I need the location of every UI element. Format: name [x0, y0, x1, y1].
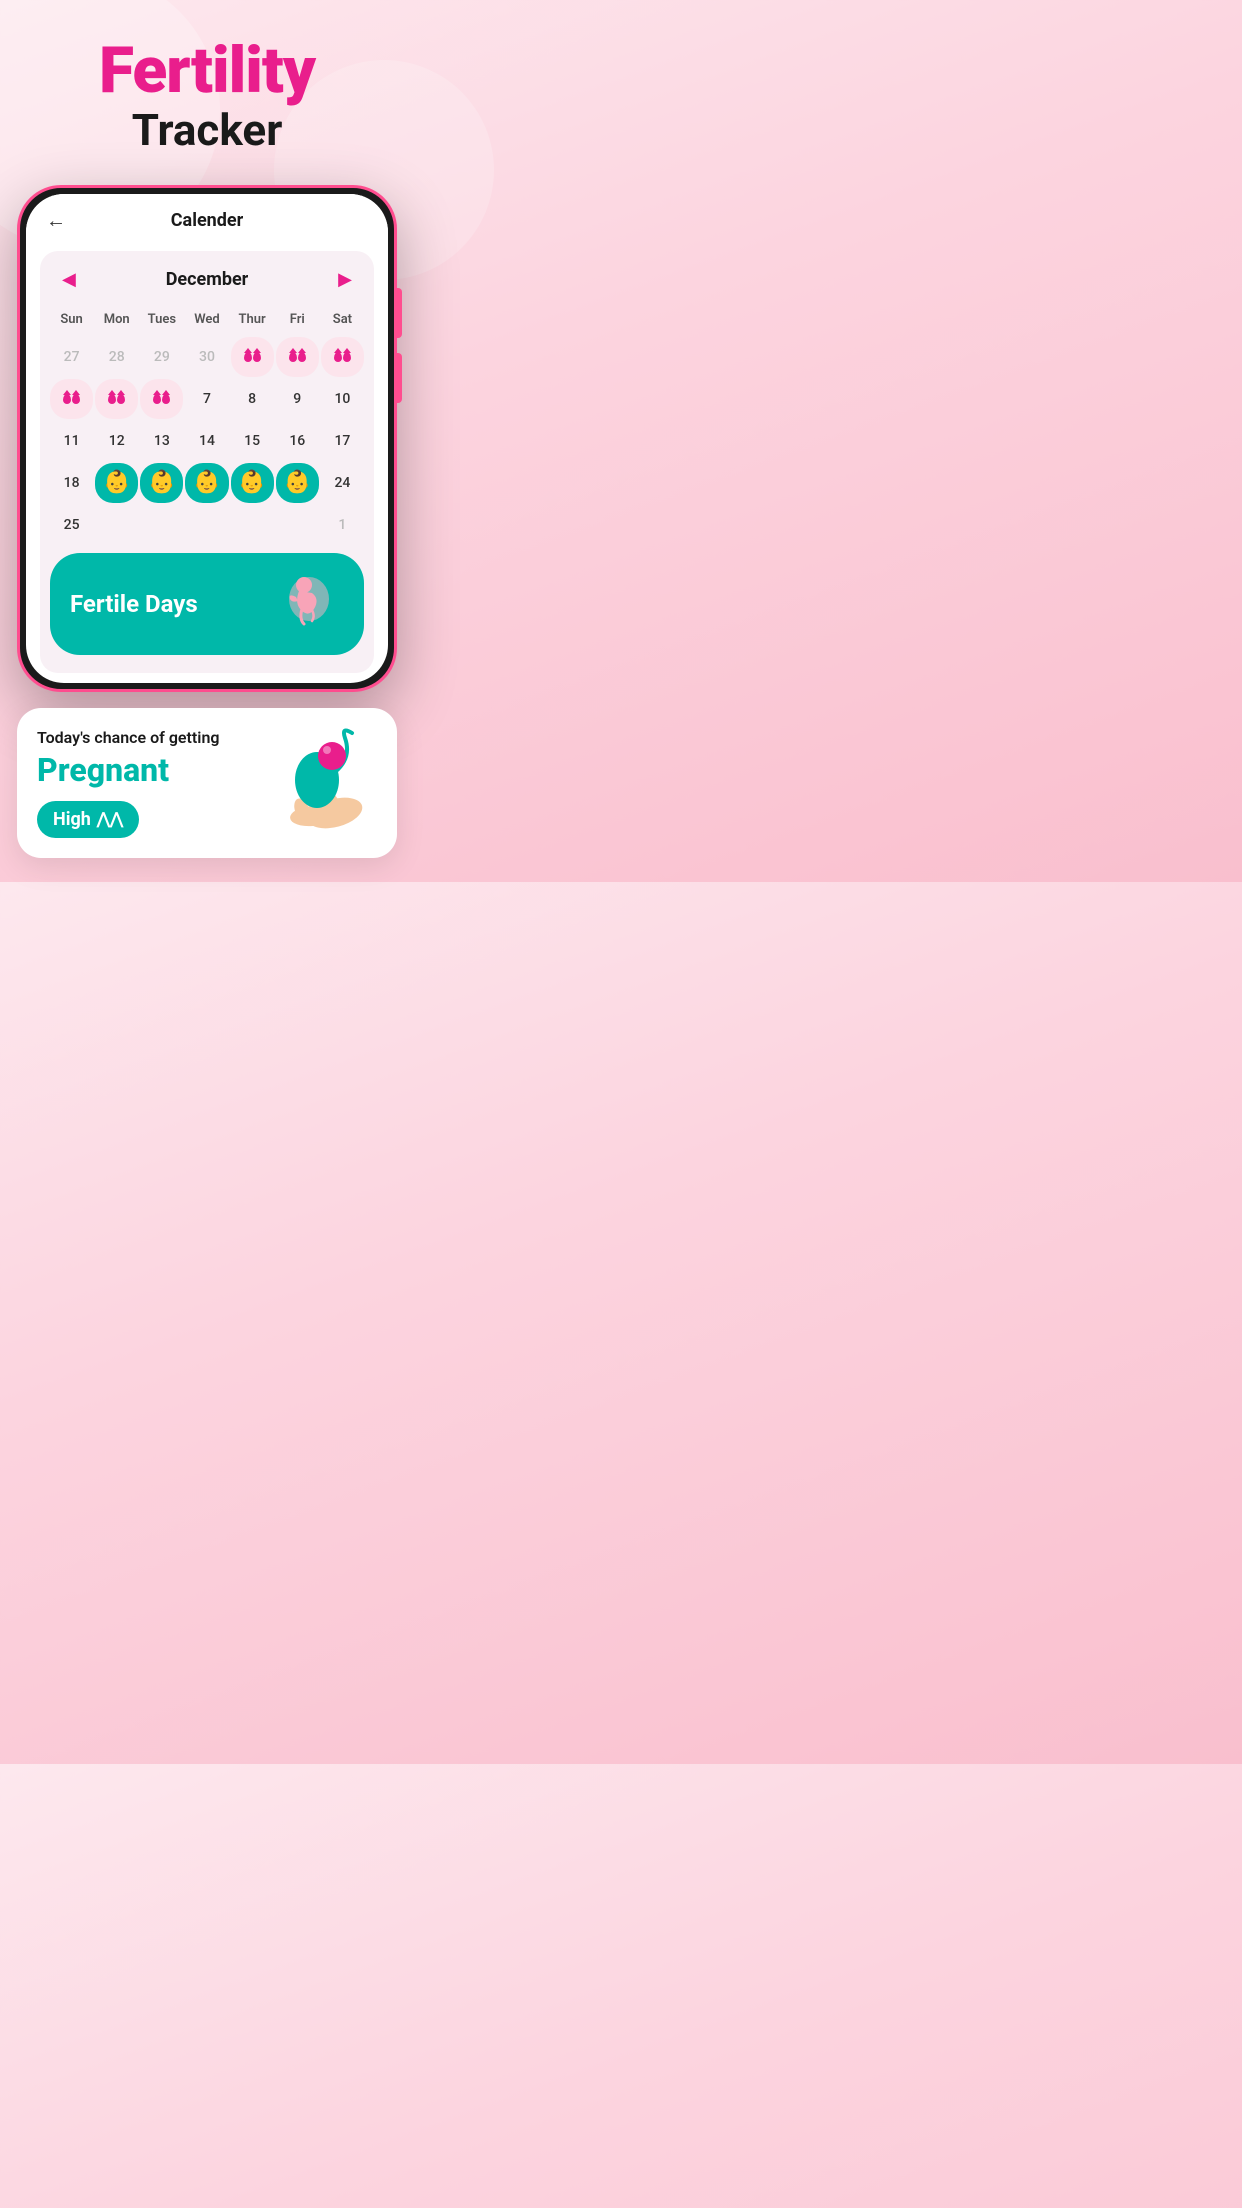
drop — [162, 394, 170, 404]
drop — [334, 352, 342, 362]
info-card-title: Pregnant — [37, 751, 267, 789]
info-card: Today's chance of getting Pregnant High … — [17, 708, 397, 858]
day-28[interactable]: 28 — [95, 337, 138, 377]
day-28b[interactable] — [185, 505, 228, 545]
phone-topbar: ← Calender — [26, 194, 388, 241]
day-period-5[interactable] — [95, 379, 138, 419]
day-26b[interactable] — [95, 505, 138, 545]
day-27[interactable]: 27 — [50, 337, 93, 377]
day-period-2[interactable] — [276, 337, 319, 377]
day-period-6[interactable] — [140, 379, 183, 419]
app-header: Fertility Tracker — [0, 0, 414, 175]
title-tracker: Tracker — [20, 106, 394, 154]
blood-drops-1 — [244, 352, 261, 362]
phone-frame: ← Calender ◀ December ▶ Sun Mon Tues Wed… — [17, 185, 397, 692]
pregnancy-svg — [267, 728, 377, 838]
day-header-thur: Thur — [231, 308, 274, 335]
day-9[interactable]: 9 — [276, 379, 319, 419]
day-15[interactable]: 15 — [231, 421, 274, 461]
blood-drops-6 — [153, 394, 170, 404]
screen-title: Calender — [171, 210, 243, 231]
high-badge[interactable]: High ⋀⋀ — [37, 801, 139, 838]
day-period-1[interactable] — [231, 337, 274, 377]
day-period-3[interactable] — [321, 337, 364, 377]
drop — [253, 352, 261, 362]
day-29b[interactable] — [231, 505, 274, 545]
week-row-2: 7 8 9 10 — [50, 379, 364, 419]
blood-drops-2 — [289, 352, 306, 362]
day-24[interactable]: 24 — [321, 463, 364, 503]
drop — [343, 352, 351, 362]
day-header-mon: Mon — [95, 308, 138, 335]
pregnancy-illustration — [267, 728, 377, 838]
day-11[interactable]: 11 — [50, 421, 93, 461]
baby-icon-3: 👶 — [193, 470, 220, 495]
fertile-days-label: Fertile Days — [70, 590, 198, 618]
day-30[interactable]: 30 — [185, 337, 228, 377]
drop — [153, 394, 161, 404]
drop — [108, 394, 116, 404]
calendar-month: December — [166, 269, 249, 290]
week-row-1: 27 28 29 30 — [50, 337, 364, 377]
fertile-day-22[interactable]: 👶 — [231, 463, 274, 503]
fertile-day-21[interactable]: 👶 — [185, 463, 228, 503]
fertile-day-23[interactable]: 👶 — [276, 463, 319, 503]
next-month-button[interactable]: ▶ — [330, 265, 360, 294]
day-16[interactable]: 16 — [276, 421, 319, 461]
week-row-3: 11 12 13 14 15 16 17 — [50, 421, 364, 461]
day-7[interactable]: 7 — [185, 379, 228, 419]
day-8[interactable]: 8 — [231, 379, 274, 419]
day-17[interactable]: 17 — [321, 421, 364, 461]
phone-inner: ← Calender ◀ December ▶ Sun Mon Tues Wed… — [26, 194, 388, 683]
week-row-5: 25 1 — [50, 505, 364, 545]
drop — [117, 394, 125, 404]
day-header-wed: Wed — [185, 308, 228, 335]
baby-icon-4: 👶 — [238, 470, 265, 495]
drop — [72, 394, 80, 404]
drop — [289, 352, 297, 362]
day-12[interactable]: 12 — [95, 421, 138, 461]
day-header-fri: Fri — [276, 308, 319, 335]
title-fertility: Fertility — [20, 36, 394, 106]
day-18[interactable]: 18 — [50, 463, 93, 503]
calendar-nav: ◀ December ▶ — [50, 265, 364, 294]
back-button[interactable]: ← — [46, 208, 66, 233]
drop — [298, 352, 306, 362]
day-29[interactable]: 29 — [140, 337, 183, 377]
week-row-4: 18 👶 👶 👶 👶 👶 24 — [50, 463, 364, 503]
blood-drops-5 — [108, 394, 125, 404]
info-card-subtitle: Today's chance of getting — [37, 728, 267, 747]
day-1-next[interactable]: 1 — [321, 505, 364, 545]
drop — [244, 352, 252, 362]
fetus-svg — [274, 569, 344, 629]
day-header-sat: Sat — [321, 308, 364, 335]
badge-label: High — [53, 809, 91, 830]
fetus-icon — [274, 569, 344, 639]
day-header-tues: Tues — [140, 308, 183, 335]
fertile-day-19[interactable]: 👶 — [95, 463, 138, 503]
day-header-sun: Sun — [50, 308, 93, 335]
drop — [63, 394, 71, 404]
baby-icon-2: 👶 — [148, 470, 175, 495]
day-10[interactable]: 10 — [321, 379, 364, 419]
blood-drops-4 — [63, 394, 80, 404]
day-headers-row: Sun Mon Tues Wed Thur Fri Sat — [50, 308, 364, 335]
day-14[interactable]: 14 — [185, 421, 228, 461]
chevron-up-icon: ⋀⋀ — [97, 811, 123, 827]
day-27b[interactable] — [140, 505, 183, 545]
day-30b[interactable] — [276, 505, 319, 545]
baby-icon-5: 👶 — [284, 470, 311, 495]
prev-month-button[interactable]: ◀ — [54, 265, 84, 294]
fertile-day-20[interactable]: 👶 — [140, 463, 183, 503]
day-period-4[interactable] — [50, 379, 93, 419]
fertile-days-banner: Fertile Days — [50, 553, 364, 655]
day-25[interactable]: 25 — [50, 505, 93, 545]
day-13[interactable]: 13 — [140, 421, 183, 461]
info-card-left: Today's chance of getting Pregnant High … — [37, 728, 267, 838]
calendar-container: ◀ December ▶ Sun Mon Tues Wed Thur Fri S… — [40, 251, 374, 673]
baby-icon-1: 👶 — [103, 470, 130, 495]
blood-drops-3 — [334, 352, 351, 362]
